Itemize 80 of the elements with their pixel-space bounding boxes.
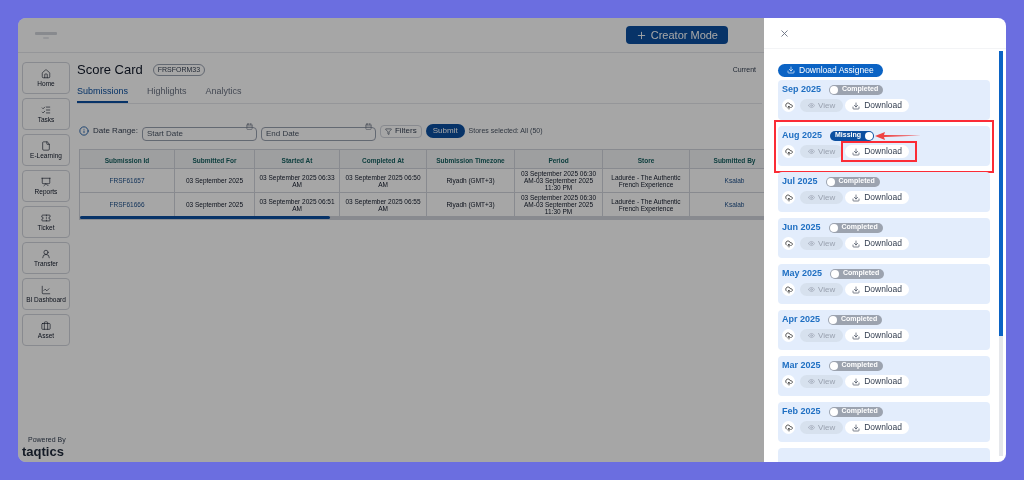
creator-mode-button[interactable]: Creator Mode <box>625 26 728 44</box>
upload-button[interactable] <box>782 329 795 343</box>
download-icon <box>852 285 861 294</box>
date-range-label: Date Range: <box>93 125 138 137</box>
download-assignee-button[interactable]: Download Assignee <box>778 64 883 77</box>
upload-button[interactable] <box>782 375 795 389</box>
eye-icon <box>808 194 815 202</box>
download-icon <box>852 331 861 340</box>
month-label: May 2025 <box>782 266 823 280</box>
eye-icon <box>808 286 815 294</box>
page-title: Score Card <box>77 61 143 79</box>
month-label: Apr 2025 <box>782 312 821 326</box>
download-button[interactable]: Download <box>845 191 909 205</box>
upload-button[interactable] <box>782 145 795 159</box>
upload-button[interactable] <box>782 421 795 435</box>
download-button[interactable]: Download <box>845 329 909 343</box>
eye-icon <box>808 424 815 432</box>
download-button[interactable]: Download <box>845 99 909 113</box>
person-icon <box>41 248 51 259</box>
upload-button[interactable] <box>782 283 795 297</box>
calendar-icon <box>364 122 372 130</box>
upload-button[interactable] <box>782 237 795 251</box>
close-button[interactable] <box>779 27 790 39</box>
filters-button[interactable]: Filters <box>379 124 422 138</box>
upload-button[interactable] <box>782 99 795 113</box>
download-icon <box>852 423 861 432</box>
eye-icon <box>808 102 815 110</box>
annotation-arrow <box>875 131 922 140</box>
eye-icon <box>808 332 815 340</box>
close-icon <box>779 27 790 39</box>
tab[interactable]: Analytics <box>205 84 242 103</box>
brand-logo: taqtics <box>22 445 64 458</box>
start-date-field[interactable]: Start Date <box>141 126 257 141</box>
ticket-icon <box>41 212 51 223</box>
document-icon <box>41 140 51 151</box>
download-button[interactable]: Download <box>845 375 909 389</box>
cloud-upload-icon <box>784 147 793 156</box>
month-label: Sep 2025 <box>782 82 822 96</box>
submit-button[interactable]: Submit <box>425 124 465 138</box>
cloud-upload-icon <box>784 101 793 110</box>
tab[interactable]: Submissions <box>77 84 129 103</box>
eye-icon <box>808 148 815 156</box>
info-icon <box>79 126 89 136</box>
presentation-icon <box>41 176 51 187</box>
download-icon <box>852 101 861 110</box>
plus-icon <box>635 29 647 41</box>
cloud-upload-icon <box>784 331 793 340</box>
eye-icon <box>808 240 815 248</box>
briefcase-icon <box>41 320 51 331</box>
month-label: Aug 2025 <box>782 128 823 142</box>
chart-icon <box>41 284 51 295</box>
cloud-upload-icon <box>784 377 793 386</box>
upload-button[interactable] <box>782 191 795 205</box>
end-date-field[interactable]: End Date <box>260 126 376 141</box>
download-icon <box>852 239 861 248</box>
download-button[interactable]: Download <box>845 283 909 297</box>
cloud-upload-icon <box>784 423 793 432</box>
month-label: Jul 2025 <box>782 174 818 188</box>
download-button[interactable]: Download <box>845 421 909 435</box>
month-label: Feb 2025 <box>782 404 821 418</box>
eye-icon <box>808 378 815 386</box>
cloud-upload-icon <box>784 239 793 248</box>
cloud-upload-icon <box>784 285 793 294</box>
download-icon <box>852 193 861 202</box>
calendar-icon <box>245 122 253 130</box>
month-label: Jun 2025 <box>782 220 821 234</box>
filter-icon <box>384 127 392 135</box>
download-icon <box>787 66 795 75</box>
download-icon <box>852 377 861 386</box>
logo-icon <box>34 30 58 40</box>
vertical-scrollbar[interactable] <box>999 51 1003 456</box>
download-button[interactable]: Download <box>845 145 909 159</box>
home-icon <box>41 68 51 79</box>
cloud-upload-icon <box>784 193 793 202</box>
download-icon <box>852 147 861 156</box>
horizontal-scrollbar[interactable] <box>80 216 764 219</box>
checklist-icon <box>41 104 51 115</box>
tab[interactable]: Highlights <box>147 84 187 103</box>
month-label: Mar 2025 <box>782 358 821 372</box>
download-button[interactable]: Download <box>845 237 909 251</box>
